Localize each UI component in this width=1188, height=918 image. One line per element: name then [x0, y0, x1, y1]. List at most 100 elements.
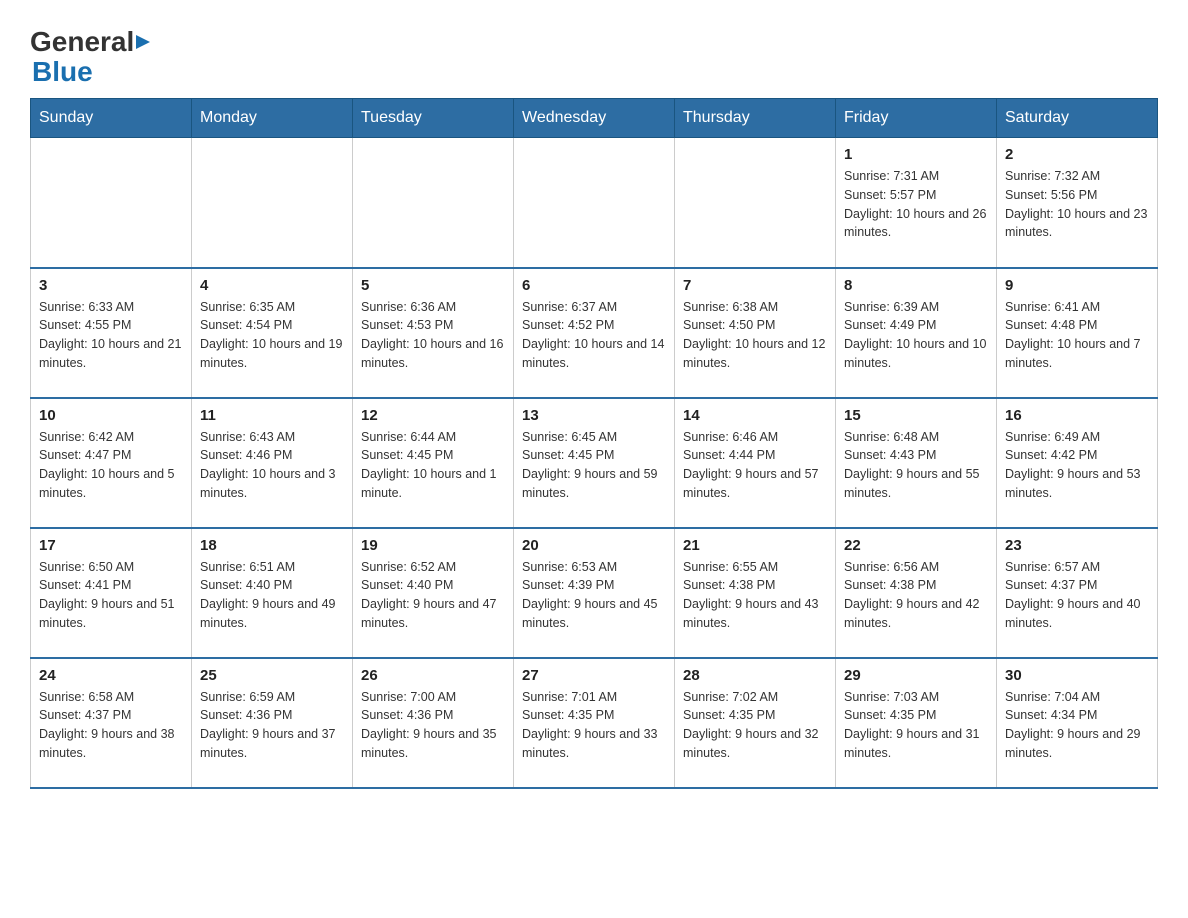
weekday-header-wednesday: Wednesday	[514, 99, 675, 138]
day-number: 25	[200, 667, 344, 684]
calendar-cell: 8 Sunrise: 6:39 AM Sunset: 4:49 PM Daylig…	[836, 268, 997, 398]
day-info: Sunrise: 7:01 AM Sunset: 4:35 PM Dayligh…	[522, 688, 666, 763]
weekday-header-saturday: Saturday	[997, 99, 1158, 138]
calendar-cell: 13 Sunrise: 6:45 AM Sunset: 4:45 PM Dayli…	[514, 398, 675, 528]
day-info: Sunrise: 6:52 AM Sunset: 4:40 PM Dayligh…	[361, 558, 505, 633]
calendar-header: SundayMondayTuesdayWednesdayThursdayFrid…	[31, 99, 1158, 138]
calendar-cell	[353, 138, 514, 268]
logo[interactable]: General Blue	[30, 20, 154, 88]
logo-general-text: General	[30, 25, 134, 59]
day-number: 24	[39, 667, 183, 684]
calendar-cell: 22 Sunrise: 6:56 AM Sunset: 4:38 PM Dayli…	[836, 528, 997, 658]
calendar-cell: 29Sunrise: 7:03 AM Sunset: 4:35 PM Dayli…	[836, 658, 997, 788]
day-number: 30	[1005, 667, 1149, 684]
calendar-cell: 26 Sunrise: 7:00 AM Sunset: 4:36 PM Dayli…	[353, 658, 514, 788]
calendar-cell: 10 Sunrise: 6:42 AM Sunset: 4:47 PM Dayli…	[31, 398, 192, 528]
calendar-cell: 9 Sunrise: 6:41 AM Sunset: 4:48 PM Daylig…	[997, 268, 1158, 398]
day-number: 9	[1005, 277, 1149, 294]
calendar-week-4: 17Sunrise: 6:50 AM Sunset: 4:41 PM Dayli…	[31, 528, 1158, 658]
day-number: 10	[39, 407, 183, 424]
day-number: 18	[200, 537, 344, 554]
day-number: 16	[1005, 407, 1149, 424]
day-info: Sunrise: 6:42 AM Sunset: 4:47 PM Dayligh…	[39, 428, 183, 503]
calendar-cell: 14 Sunrise: 6:46 AM Sunset: 4:44 PM Dayli…	[675, 398, 836, 528]
day-info: Sunrise: 6:45 AM Sunset: 4:45 PM Dayligh…	[522, 428, 666, 503]
day-number: 5	[361, 277, 505, 294]
calendar-cell	[31, 138, 192, 268]
day-info: Sunrise: 7:02 AM Sunset: 4:35 PM Dayligh…	[683, 688, 827, 763]
day-number: 7	[683, 277, 827, 294]
day-info: Sunrise: 6:57 AM Sunset: 4:37 PM Dayligh…	[1005, 558, 1149, 633]
calendar-cell: 28 Sunrise: 7:02 AM Sunset: 4:35 PM Dayli…	[675, 658, 836, 788]
calendar-week-2: 3 Sunrise: 6:33 AM Sunset: 4:55 PM Daylig…	[31, 268, 1158, 398]
day-info: Sunrise: 7:00 AM Sunset: 4:36 PM Dayligh…	[361, 688, 505, 763]
day-number: 3	[39, 277, 183, 294]
weekday-header-monday: Monday	[192, 99, 353, 138]
calendar-cell: 19 Sunrise: 6:52 AM Sunset: 4:40 PM Dayli…	[353, 528, 514, 658]
day-info: Sunrise: 6:59 AM Sunset: 4:36 PM Dayligh…	[200, 688, 344, 763]
day-number: 13	[522, 407, 666, 424]
day-info: Sunrise: 6:37 AM Sunset: 4:52 PM Dayligh…	[522, 298, 666, 373]
weekday-header-sunday: Sunday	[31, 99, 192, 138]
day-info: Sunrise: 6:43 AM Sunset: 4:46 PM Dayligh…	[200, 428, 344, 503]
calendar-cell: 24 Sunrise: 6:58 AM Sunset: 4:37 PM Dayli…	[31, 658, 192, 788]
calendar-cell: 7Sunrise: 6:38 AM Sunset: 4:50 PM Daylig…	[675, 268, 836, 398]
day-info: Sunrise: 7:32 AM Sunset: 5:56 PM Dayligh…	[1005, 167, 1149, 242]
day-info: Sunrise: 6:33 AM Sunset: 4:55 PM Dayligh…	[39, 298, 183, 373]
day-info: Sunrise: 6:48 AM Sunset: 4:43 PM Dayligh…	[844, 428, 988, 503]
calendar-cell: 21 Sunrise: 6:55 AM Sunset: 4:38 PM Dayli…	[675, 528, 836, 658]
calendar-week-3: 10 Sunrise: 6:42 AM Sunset: 4:47 PM Dayli…	[31, 398, 1158, 528]
day-number: 4	[200, 277, 344, 294]
day-number: 29	[844, 667, 988, 684]
calendar-cell: 17Sunrise: 6:50 AM Sunset: 4:41 PM Dayli…	[31, 528, 192, 658]
day-info: Sunrise: 6:53 AM Sunset: 4:39 PM Dayligh…	[522, 558, 666, 633]
calendar-table: SundayMondayTuesdayWednesdayThursdayFrid…	[30, 98, 1158, 789]
day-info: Sunrise: 6:58 AM Sunset: 4:37 PM Dayligh…	[39, 688, 183, 763]
day-info: Sunrise: 6:49 AM Sunset: 4:42 PM Dayligh…	[1005, 428, 1149, 503]
calendar-cell: 20 Sunrise: 6:53 AM Sunset: 4:39 PM Dayli…	[514, 528, 675, 658]
day-number: 20	[522, 537, 666, 554]
day-number: 17	[39, 537, 183, 554]
calendar-cell: 6 Sunrise: 6:37 AM Sunset: 4:52 PM Daylig…	[514, 268, 675, 398]
day-info: Sunrise: 6:44 AM Sunset: 4:45 PM Dayligh…	[361, 428, 505, 503]
day-info: Sunrise: 6:51 AM Sunset: 4:40 PM Dayligh…	[200, 558, 344, 633]
calendar-cell: 23 Sunrise: 6:57 AM Sunset: 4:37 PM Dayli…	[997, 528, 1158, 658]
calendar-cell: 1 Sunrise: 7:31 AM Sunset: 5:57 PM Daylig…	[836, 138, 997, 268]
weekday-header-friday: Friday	[836, 99, 997, 138]
day-info: Sunrise: 6:46 AM Sunset: 4:44 PM Dayligh…	[683, 428, 827, 503]
day-info: Sunrise: 7:31 AM Sunset: 5:57 PM Dayligh…	[844, 167, 988, 242]
day-info: Sunrise: 6:36 AM Sunset: 4:53 PM Dayligh…	[361, 298, 505, 373]
day-number: 23	[1005, 537, 1149, 554]
day-number: 2	[1005, 146, 1149, 163]
day-number: 27	[522, 667, 666, 684]
day-info: Sunrise: 6:56 AM Sunset: 4:38 PM Dayligh…	[844, 558, 988, 633]
day-number: 12	[361, 407, 505, 424]
page-header: General Blue	[30, 20, 1158, 88]
day-number: 14	[683, 407, 827, 424]
day-number: 8	[844, 277, 988, 294]
weekday-header-thursday: Thursday	[675, 99, 836, 138]
day-number: 6	[522, 277, 666, 294]
day-number: 21	[683, 537, 827, 554]
day-number: 28	[683, 667, 827, 684]
day-number: 1	[844, 146, 988, 163]
day-info: Sunrise: 6:41 AM Sunset: 4:48 PM Dayligh…	[1005, 298, 1149, 373]
day-number: 19	[361, 537, 505, 554]
day-info: Sunrise: 7:04 AM Sunset: 4:34 PM Dayligh…	[1005, 688, 1149, 763]
day-number: 22	[844, 537, 988, 554]
calendar-cell: 5 Sunrise: 6:36 AM Sunset: 4:53 PM Daylig…	[353, 268, 514, 398]
calendar-cell: 27 Sunrise: 7:01 AM Sunset: 4:35 PM Dayli…	[514, 658, 675, 788]
day-number: 15	[844, 407, 988, 424]
calendar-cell	[675, 138, 836, 268]
calendar-cell: 18 Sunrise: 6:51 AM Sunset: 4:40 PM Dayli…	[192, 528, 353, 658]
weekday-header-tuesday: Tuesday	[353, 99, 514, 138]
logo-arrow-icon	[136, 33, 154, 51]
calendar-cell	[514, 138, 675, 268]
day-number: 11	[200, 407, 344, 424]
calendar-cell: 16 Sunrise: 6:49 AM Sunset: 4:42 PM Dayli…	[997, 398, 1158, 528]
logo-blue-text: Blue	[32, 55, 93, 89]
day-info: Sunrise: 6:55 AM Sunset: 4:38 PM Dayligh…	[683, 558, 827, 633]
calendar-week-1: 1 Sunrise: 7:31 AM Sunset: 5:57 PM Daylig…	[31, 138, 1158, 268]
day-info: Sunrise: 6:39 AM Sunset: 4:49 PM Dayligh…	[844, 298, 988, 373]
day-number: 26	[361, 667, 505, 684]
